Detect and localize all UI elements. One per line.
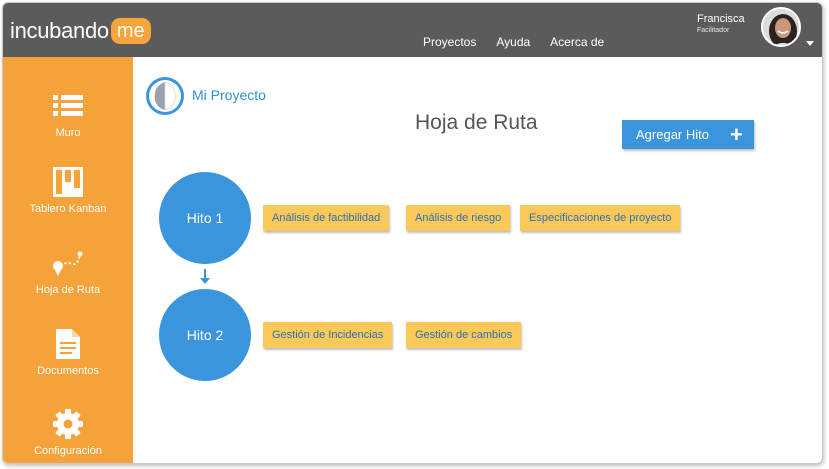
nav-proyectos[interactable]: Proyectos: [423, 35, 476, 49]
top-nav: Proyectos Ayuda Acerca de: [423, 35, 604, 49]
task-card[interactable]: Gestión de Incidencias: [263, 322, 393, 348]
project-title[interactable]: Mi Proyecto: [192, 87, 266, 103]
milestone-label: Hito 2: [186, 327, 224, 343]
nav-acerca-de[interactable]: Acerca de: [550, 35, 604, 49]
task-card[interactable]: Gestión de cambios: [406, 322, 522, 348]
sidebar-item-configuracion[interactable]: Configuración: [3, 407, 133, 463]
logo-accent: me: [110, 18, 151, 44]
milestone-hito-1[interactable]: Hito 1: [159, 172, 251, 264]
kanban-icon: [51, 165, 85, 199]
task-card[interactable]: Análisis de factibilidad: [263, 205, 390, 231]
sidebar-label-configuracion: Configuración: [34, 445, 102, 457]
user-menu-caret-icon[interactable]: [806, 41, 814, 46]
user-name: Francisca: [697, 13, 745, 25]
arrow-down-icon: [200, 278, 210, 284]
sidebar-item-tablero-kanban[interactable]: Tablero Kanban: [3, 165, 133, 235]
list-icon: [51, 89, 85, 123]
nav-ayuda[interactable]: Ayuda: [496, 35, 530, 49]
sidebar-label-documentos: Documentos: [37, 365, 99, 377]
milestone-label: Hito 1: [186, 210, 224, 226]
top-header: incubando me Proyectos Ayuda Acerca de F…: [3, 3, 822, 57]
project-icon[interactable]: [145, 76, 185, 116]
sidebar-label-tablero-kanban: Tablero Kanban: [29, 203, 107, 215]
sidebar-item-documentos[interactable]: Documentos: [3, 327, 133, 397]
task-card[interactable]: Análisis de riesgo: [406, 205, 511, 231]
avatar[interactable]: [761, 7, 801, 47]
logo[interactable]: incubando me: [10, 16, 151, 46]
sidebar-label-hoja-de-ruta: Hoja de Ruta: [35, 284, 101, 296]
user-role: Facilitador: [697, 27, 730, 34]
sidebar: Muro Tablero Kanban Hoja de Ruta Documen…: [3, 57, 133, 463]
page-title: Hoja de Ruta: [415, 111, 538, 134]
add-milestone-label: Agregar Hito: [636, 127, 709, 142]
add-milestone-button[interactable]: Agregar Hito +: [622, 120, 754, 149]
sidebar-item-hoja-de-ruta[interactable]: Hoja de Ruta: [3, 246, 133, 316]
task-card[interactable]: Especificaciones de proyecto: [520, 205, 681, 231]
roadmap-icon: [51, 246, 85, 280]
logo-text: incubando: [10, 18, 109, 43]
sidebar-item-muro[interactable]: Muro: [3, 89, 133, 159]
milestone-hito-2[interactable]: Hito 2: [159, 289, 251, 381]
sidebar-label-muro: Muro: [55, 127, 81, 139]
plus-icon: +: [730, 122, 743, 147]
document-icon: [51, 327, 85, 361]
gear-icon: [51, 407, 85, 441]
app-window: incubando me Proyectos Ayuda Acerca de F…: [2, 2, 823, 464]
